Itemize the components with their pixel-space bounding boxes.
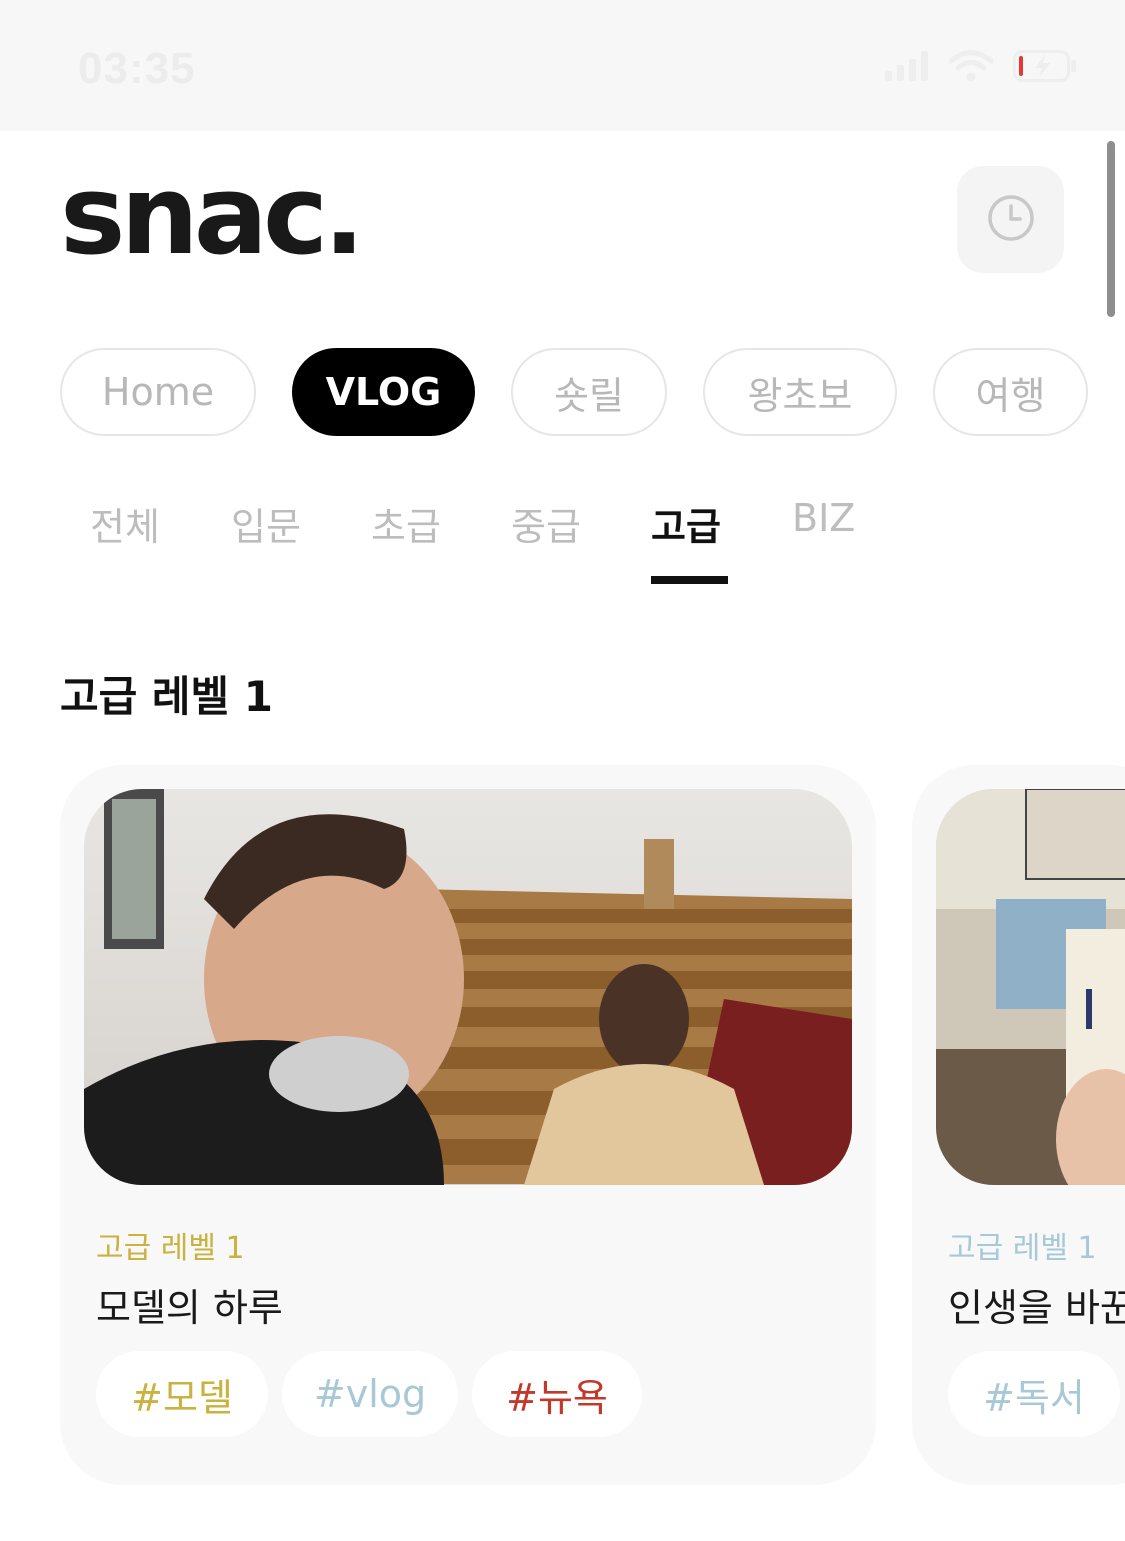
tab-travel[interactable]: 여행 [933,348,1088,436]
tag-chip[interactable]: #모델 [96,1351,268,1437]
section-title: 고급 레벨 1 [60,672,274,721]
level-tab-advanced[interactable]: 고급 [651,496,721,551]
level-tab-biz[interactable]: BIZ [792,496,855,540]
level-tab-intermediate[interactable]: 중급 [511,496,581,551]
status-icons [885,50,1077,86]
active-tab-indicator [651,576,728,584]
tab-home[interactable]: Home [60,348,256,436]
battery-charging-icon [1013,50,1077,86]
level-tab-elementary[interactable]: 초급 [371,496,441,551]
history-button[interactable] [957,166,1064,273]
cellular-signal-icon [885,51,929,85]
app-logo: snac. [60,151,365,279]
clock-icon [986,193,1036,247]
video-thumbnail[interactable] [84,789,852,1185]
tag-chip[interactable]: #뉴욕 [472,1351,642,1437]
card-title: 모델의 하루 [96,1286,283,1330]
card-title: 인생을 바꾼 [948,1286,1125,1330]
level-tab-all[interactable]: 전체 [90,496,160,551]
video-card[interactable]: 고급 레벨 1 모델의 하루 #모델 #vlog #뉴욕 [60,765,876,1485]
card-level: 고급 레벨 1 [948,1231,1097,1266]
level-tabs: 전체 입문 초급 중급 고급 BIZ [60,490,1060,590]
tab-beginner[interactable]: 왕초보 [703,348,897,436]
card-level: 고급 레벨 1 [96,1231,245,1266]
wifi-icon [948,50,994,86]
scrollbar-thumb[interactable] [1107,141,1115,317]
level-tab-intro[interactable]: 입문 [231,496,301,551]
tab-shorts[interactable]: 숏릴 [511,348,667,436]
status-time: 03:35 [78,44,196,93]
video-card[interactable]: 고급 레벨 1 인생을 바꾼 #독서 [912,765,1125,1485]
category-tabs: Home VLOG 숏릴 왕초보 여행 [60,348,1125,440]
status-bar: 03:35 [0,0,1125,131]
tag-chip[interactable]: #vlog [282,1351,458,1437]
tab-vlog[interactable]: VLOG [292,348,475,436]
video-thumbnail[interactable] [936,789,1125,1185]
tag-chip[interactable]: #독서 [948,1351,1120,1437]
